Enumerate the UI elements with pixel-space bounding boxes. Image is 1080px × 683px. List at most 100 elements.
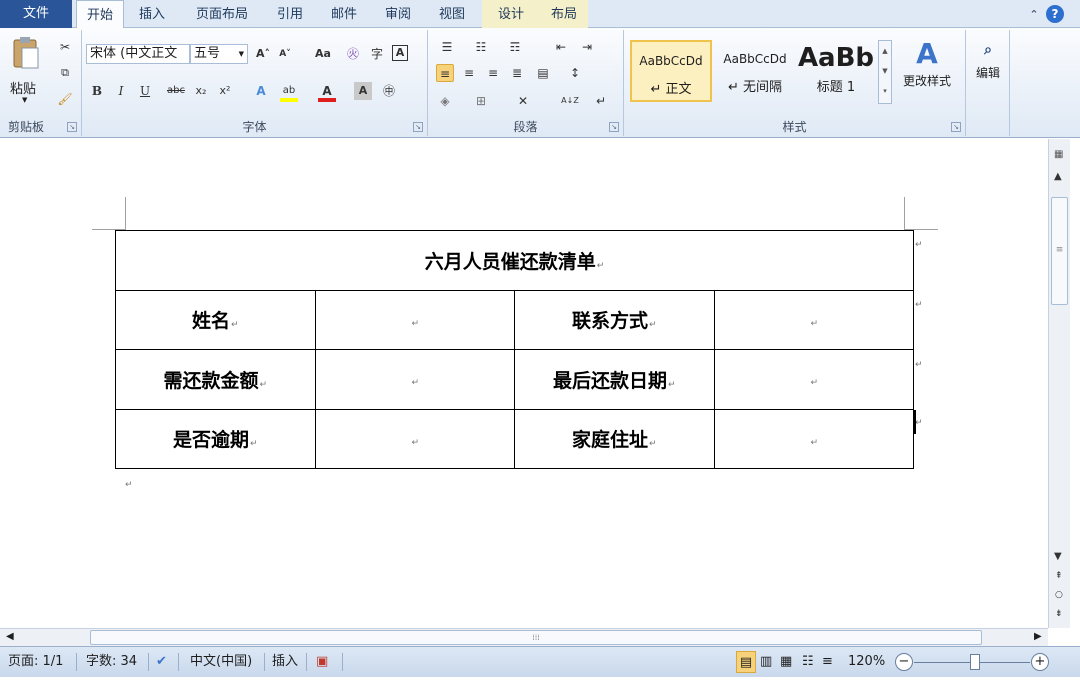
styles-scroll[interactable]: ▲ ▼ ▾ [878, 40, 892, 104]
format-painter-icon[interactable]: 🖌 [56, 90, 74, 108]
distributed-icon[interactable]: ▤ [534, 64, 552, 82]
table-cell[interactable]: 最后还款日期↵ [514, 349, 715, 410]
cut-icon[interactable]: ✂ [56, 38, 74, 56]
paragraph-launcher-icon[interactable]: ↘ [609, 122, 619, 132]
web-layout-icon[interactable]: ▦ [780, 647, 792, 678]
borders-icon[interactable]: ⊞ [472, 92, 490, 110]
tab-file[interactable]: 文件 [0, 0, 72, 28]
ruler-toggle-icon[interactable]: ▦ [1054, 149, 1063, 160]
tab-home[interactable]: 开始 [76, 0, 124, 29]
increase-indent-icon[interactable]: ⇥ [578, 38, 596, 56]
style-no-spacing[interactable]: AaBbCcDd ↵ 无间隔 [714, 40, 796, 102]
strikethrough-button[interactable]: abc [164, 82, 188, 100]
multilevel-list-icon[interactable]: ☶ [506, 38, 524, 56]
browse-object-icon[interactable]: ○ [1055, 590, 1063, 600]
full-screen-reading-icon[interactable]: ▥ [760, 647, 772, 678]
copy-icon[interactable]: ⧉ [56, 64, 74, 82]
tab-review[interactable]: 审阅 [376, 0, 420, 28]
tab-page-layout[interactable]: 页面布局 [184, 0, 260, 28]
font-name-combo[interactable]: 宋体 (中文正文 [86, 44, 190, 64]
prev-page-icon[interactable]: ⇞ [1055, 571, 1063, 581]
italic-button[interactable]: I [112, 82, 130, 100]
align-left-icon[interactable]: ≡ [436, 64, 454, 82]
line-spacing-icon[interactable]: ↕ [566, 64, 584, 82]
align-right-icon[interactable]: ≡ [484, 64, 502, 82]
tab-layout[interactable]: 布局 [540, 0, 588, 28]
table-cell[interactable]: 是否逾期↵ [115, 408, 316, 469]
vertical-scrollbar[interactable]: ▦ ▲ ≡ ▼ ⇞ ○ ⇟ [1048, 139, 1070, 628]
table-cell[interactable]: 联系方式↵ [514, 289, 715, 350]
scroll-left-icon[interactable]: ◀ [6, 631, 14, 642]
table-cell[interactable]: ↵ [713, 408, 914, 469]
tab-mailings[interactable]: 邮件 [322, 0, 366, 28]
language-indicator[interactable]: 中文(中国) [190, 647, 252, 678]
word-count[interactable]: 字数: 34 [86, 647, 137, 678]
page-count[interactable]: 页面: 1/1 [8, 647, 63, 678]
styles-launcher-icon[interactable]: ↘ [951, 122, 961, 132]
font-size-combo[interactable]: 五号 ▼ [190, 44, 248, 64]
macro-icon[interactable]: ▣ [316, 647, 328, 678]
next-page-icon[interactable]: ⇟ [1055, 609, 1063, 619]
table-cell[interactable]: ↵ [314, 349, 515, 410]
h-scroll-thumb[interactable]: ⁞⁞⁞ [90, 630, 982, 645]
char-shading-icon[interactable]: A [354, 82, 372, 100]
style-normal[interactable]: AaBbCcDd ↵ 正文 [630, 40, 712, 102]
tab-design[interactable]: 设计 [482, 0, 540, 28]
style-heading-1[interactable]: AaBb 标题 1 [796, 40, 876, 102]
change-styles-button[interactable]: A 更改样式 [896, 36, 958, 112]
bullets-icon[interactable]: ☰ [438, 38, 456, 56]
scroll-right-icon[interactable]: ▶ [1034, 631, 1042, 642]
grow-font-button[interactable]: A˄ [254, 45, 272, 63]
minimize-ribbon-icon[interactable]: ⌃ [1026, 0, 1042, 28]
font-launcher-icon[interactable]: ↘ [413, 122, 423, 132]
show-marks-button[interactable]: ↵ [592, 92, 610, 110]
paste-button[interactable]: 粘贴 ▼ [6, 34, 46, 112]
scroll-thumb[interactable]: ≡ [1051, 197, 1068, 305]
change-case-button[interactable]: Aa [310, 45, 336, 63]
justify-icon[interactable]: ≣ [508, 64, 526, 82]
highlight-icon[interactable]: ab [280, 82, 298, 102]
editing-button[interactable]: ⌕ 编辑 [970, 36, 1006, 106]
table-cell[interactable]: ↵ [713, 349, 914, 410]
text-effects-icon[interactable]: A [252, 82, 270, 100]
shrink-font-button[interactable]: A˅ [276, 45, 294, 63]
shading-icon[interactable]: ◈ [436, 92, 454, 110]
table-cell[interactable]: 家庭住址↵ [514, 408, 715, 469]
superscript-button[interactable]: x² [216, 82, 234, 100]
table-cell[interactable]: ↵ [713, 289, 914, 350]
align-center-icon[interactable]: ≡ [460, 64, 478, 82]
subscript-button[interactable]: x₂ [192, 82, 210, 100]
phonetic-guide-icon[interactable]: ㊋ [344, 45, 362, 63]
table-cell[interactable]: 姓名↵ [115, 289, 316, 350]
zoom-level[interactable]: 120% [848, 647, 885, 678]
print-layout-icon[interactable]: ▤ [736, 651, 756, 673]
underline-button[interactable]: U [136, 82, 154, 100]
help-icon[interactable]: ? [1046, 5, 1064, 23]
tab-references[interactable]: 引用 [268, 0, 312, 28]
zoom-slider-handle[interactable] [970, 654, 980, 670]
draft-icon[interactable]: ≡ [822, 647, 833, 678]
zoom-in-icon[interactable]: + [1031, 653, 1049, 671]
proofing-icon[interactable]: ✔ [156, 647, 167, 678]
char-border-icon[interactable]: A [392, 45, 408, 61]
table-title-cell[interactable]: 六月人员催还款清单↵ [115, 230, 914, 291]
scroll-down-icon[interactable]: ▼ [1054, 551, 1062, 562]
table-cell[interactable]: ↵ [314, 408, 515, 469]
clipboard-launcher-icon[interactable]: ↘ [67, 122, 77, 132]
sort-button[interactable]: A↓Z [558, 92, 582, 110]
enclosed-char-icon[interactable]: ㊥ [380, 82, 398, 100]
insert-mode[interactable]: 插入 [272, 647, 298, 678]
table-cell[interactable]: 需还款金额↵ [115, 349, 316, 410]
outline-icon[interactable]: ☷ [802, 647, 814, 678]
tab-view[interactable]: 视图 [430, 0, 474, 28]
tab-insert[interactable]: 插入 [130, 0, 174, 28]
decrease-indent-icon[interactable]: ⇤ [552, 38, 570, 56]
enclose-char-icon[interactable]: 字 [368, 45, 386, 63]
scroll-up-icon[interactable]: ▲ [1054, 171, 1062, 182]
font-color-icon[interactable]: A [318, 82, 336, 102]
horizontal-scrollbar[interactable]: ◀ ⁞⁞⁞ ▶ [0, 628, 1048, 646]
numbering-icon[interactable]: ☷ [472, 38, 490, 56]
table-cell[interactable]: ↵ [314, 289, 515, 350]
document-table[interactable]: 六月人员催还款清单↵ 姓名↵ ↵ 联系方式↵ ↵ 需还款金额↵ ↵ 最后还款日期… [115, 230, 914, 469]
chinese-layout-icon[interactable]: ✕ [514, 92, 532, 110]
